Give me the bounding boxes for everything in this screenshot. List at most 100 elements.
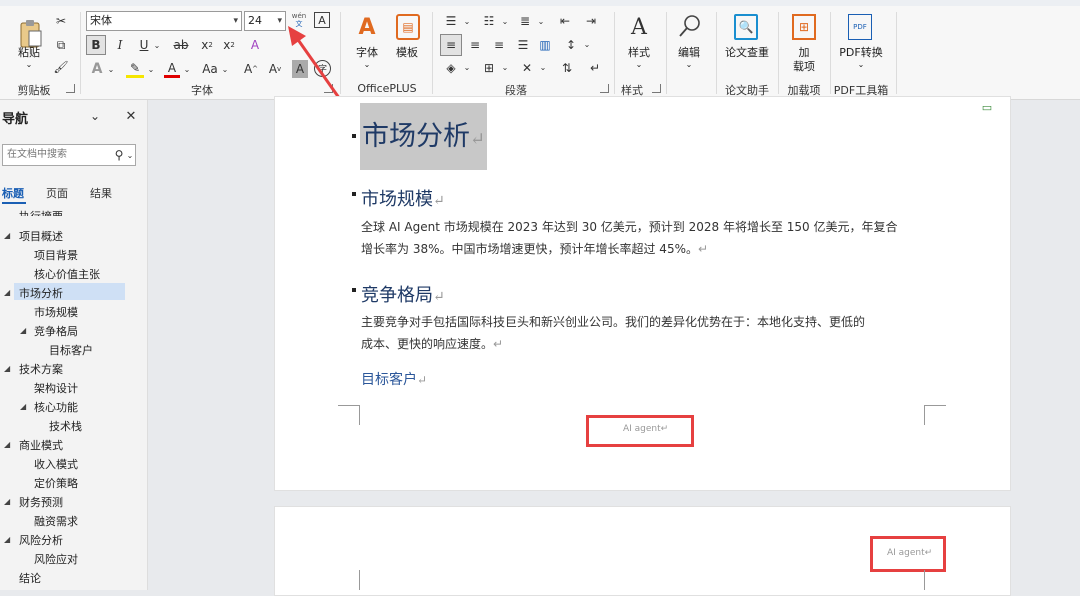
format-painter-icon[interactable]: 🖌: [52, 58, 70, 76]
paragraph-competition[interactable]: 主要竞争对手包括国际科技巨头和新兴创业公司。我们的差异化优势在于：本地化支持、更…: [361, 311, 921, 355]
search-icon[interactable]: ⚲: [112, 146, 126, 164]
nav-item-risk-response[interactable]: 风险应对: [34, 551, 78, 567]
line-spacing-icon[interactable]: ↕: [562, 35, 580, 55]
underline-button[interactable]: U: [136, 35, 152, 55]
edit-dropdown-icon[interactable]: ⌄: [682, 60, 696, 69]
nav-item-target-customers[interactable]: 目标客户: [49, 342, 93, 358]
multilevel-dropdown-icon[interactable]: ⌄: [536, 14, 546, 28]
underline-dropdown-icon[interactable]: ⌄: [152, 36, 162, 54]
search-icon[interactable]: [676, 12, 704, 40]
styles-icon[interactable]: A: [626, 14, 652, 40]
thesis-check-label[interactable]: 论文查重: [722, 44, 772, 60]
tab-headings[interactable]: 标题: [2, 185, 24, 201]
nav-item-tech-stack[interactable]: 技术栈: [49, 418, 82, 434]
collapse-triangle-icon[interactable]: ◢: [4, 535, 10, 544]
numbering-icon[interactable]: ☷: [480, 12, 498, 30]
tab-results[interactable]: 结果: [90, 185, 112, 201]
align-left-icon[interactable]: ≡: [440, 34, 462, 56]
collapse-triangle-icon[interactable]: ◢: [20, 402, 26, 411]
paragraph-launcher[interactable]: [600, 84, 609, 93]
paste-label[interactable]: 粘贴: [14, 44, 44, 60]
superscript-button[interactable]: x2: [220, 35, 238, 55]
heading-market-size[interactable]: 市场规模↵: [361, 185, 445, 211]
template-icon[interactable]: ▤: [396, 14, 420, 40]
nav-item-core-value[interactable]: 核心价值主张: [34, 266, 100, 282]
show-marks-icon[interactable]: ↵: [586, 58, 604, 78]
case-dropdown-icon[interactable]: ⌄: [220, 62, 230, 76]
collapse-triangle-icon[interactable]: ◢: [20, 326, 26, 335]
borders-dropdown-icon[interactable]: ⌄: [500, 60, 510, 74]
text-effects-icon[interactable]: A: [88, 60, 106, 78]
close-icon[interactable]: ✕: [122, 108, 140, 124]
font-color-icon[interactable]: A: [164, 60, 180, 78]
nav-item-business-model[interactable]: 商业模式: [19, 437, 63, 453]
copy-icon[interactable]: ⧉: [52, 36, 70, 54]
shading-icon[interactable]: ◈: [442, 58, 460, 78]
align-right-icon[interactable]: ≡: [490, 35, 508, 55]
collapse-triangle-icon[interactable]: ◢: [4, 497, 10, 506]
paragraph-market-size[interactable]: 全球 AI Agent 市场规模在 2023 年达到 30 亿美元，预计到 20…: [361, 216, 921, 260]
collapse-triangle-icon[interactable]: ◢: [4, 364, 10, 373]
font-name-select[interactable]: 宋体 ▾: [86, 11, 242, 31]
decrease-indent-icon[interactable]: ⇤: [556, 12, 574, 30]
bullets-dropdown-icon[interactable]: ⌄: [462, 14, 472, 28]
nav-item-pricing[interactable]: 定价策略: [34, 475, 78, 491]
distributed-icon[interactable]: ▥: [536, 35, 554, 55]
nav-item-competition[interactable]: 竞争格局: [34, 323, 78, 339]
addins-icon[interactable]: ⊞: [792, 14, 816, 40]
chinese-layout-dropdown-icon[interactable]: ⌄: [538, 60, 548, 74]
nav-item-project-overview[interactable]: 项目概述: [19, 228, 63, 244]
line-spacing-dropdown-icon[interactable]: ⌄: [582, 37, 592, 51]
sort-icon[interactable]: ⇅: [558, 58, 576, 78]
styles-label[interactable]: 样式: [624, 44, 654, 60]
nav-item-funding[interactable]: 融资需求: [34, 513, 78, 529]
change-case-icon[interactable]: Aa: [200, 60, 220, 78]
nav-item-core-features[interactable]: 核心功能: [34, 399, 78, 415]
nav-item-architecture[interactable]: 架构设计: [34, 380, 78, 396]
borders-icon[interactable]: ⊞: [480, 58, 498, 78]
nav-options-icon[interactable]: ⌄: [86, 108, 104, 124]
highlight-icon[interactable]: ✎: [126, 60, 144, 78]
multilevel-list-icon[interactable]: ≣: [516, 12, 534, 30]
nav-item-tech-plan[interactable]: 技术方案: [19, 361, 63, 377]
pdf-convert-label[interactable]: PDF转换: [836, 44, 886, 60]
heading-target-customers[interactable]: 目标客户↵: [361, 369, 427, 389]
collapse-triangle-icon[interactable]: ◢: [4, 288, 10, 297]
nav-item-project-background[interactable]: 项目背景: [34, 247, 78, 263]
numbering-dropdown-icon[interactable]: ⌄: [500, 14, 510, 28]
tab-pages[interactable]: 页面: [46, 185, 68, 201]
align-center-icon[interactable]: ≡: [466, 35, 484, 55]
bold-button[interactable]: B: [86, 35, 106, 55]
nav-item-financial-forecast[interactable]: 财务预测: [19, 494, 63, 510]
grow-font-icon[interactable]: A ^: [242, 60, 260, 78]
heading-competition[interactable]: 竞争格局↵: [361, 281, 445, 307]
bullets-icon[interactable]: ☰: [442, 12, 460, 30]
chinese-layout-icon[interactable]: ✕: [518, 58, 536, 78]
search-dropdown-icon[interactable]: ⌄: [126, 148, 134, 162]
clear-format-icon[interactable]: A: [246, 35, 264, 55]
thesis-check-icon[interactable]: 🔍: [734, 14, 758, 40]
nav-item-market-size[interactable]: 市场规模: [34, 304, 78, 320]
template-label[interactable]: 模板: [392, 44, 422, 60]
font-color-dropdown-icon[interactable]: ⌄: [182, 62, 192, 76]
nav-item-market-analysis[interactable]: 市场分析: [19, 285, 63, 301]
effects-dropdown-icon[interactable]: ⌄: [106, 62, 116, 76]
nav-item-executive-summary[interactable]: 执行摘要: [19, 208, 63, 216]
italic-button[interactable]: I: [112, 35, 128, 55]
highlight-dropdown-icon[interactable]: ⌄: [146, 62, 156, 76]
nav-item-conclusion[interactable]: 结论: [19, 570, 41, 586]
paste-dropdown-icon[interactable]: ⌄: [22, 60, 36, 69]
comment-icon[interactable]: ▭: [980, 100, 994, 114]
nav-item-risk-analysis[interactable]: 风险分析: [19, 532, 63, 548]
strikethrough-button[interactable]: ab: [172, 35, 190, 55]
pdf-icon[interactable]: PDF: [848, 14, 872, 40]
increase-indent-icon[interactable]: ⇥: [582, 12, 600, 30]
cut-icon[interactable]: ✂: [52, 12, 70, 30]
collapse-triangle-icon[interactable]: ◢: [4, 440, 10, 449]
shading-dropdown-icon[interactable]: ⌄: [462, 60, 472, 74]
justify-icon[interactable]: ☰: [514, 35, 532, 55]
edit-label[interactable]: 编辑: [674, 44, 704, 60]
styles-launcher[interactable]: [652, 84, 661, 93]
pdf-dropdown-icon[interactable]: ⌄: [854, 60, 868, 69]
styles-dropdown-icon[interactable]: ⌄: [632, 60, 646, 69]
